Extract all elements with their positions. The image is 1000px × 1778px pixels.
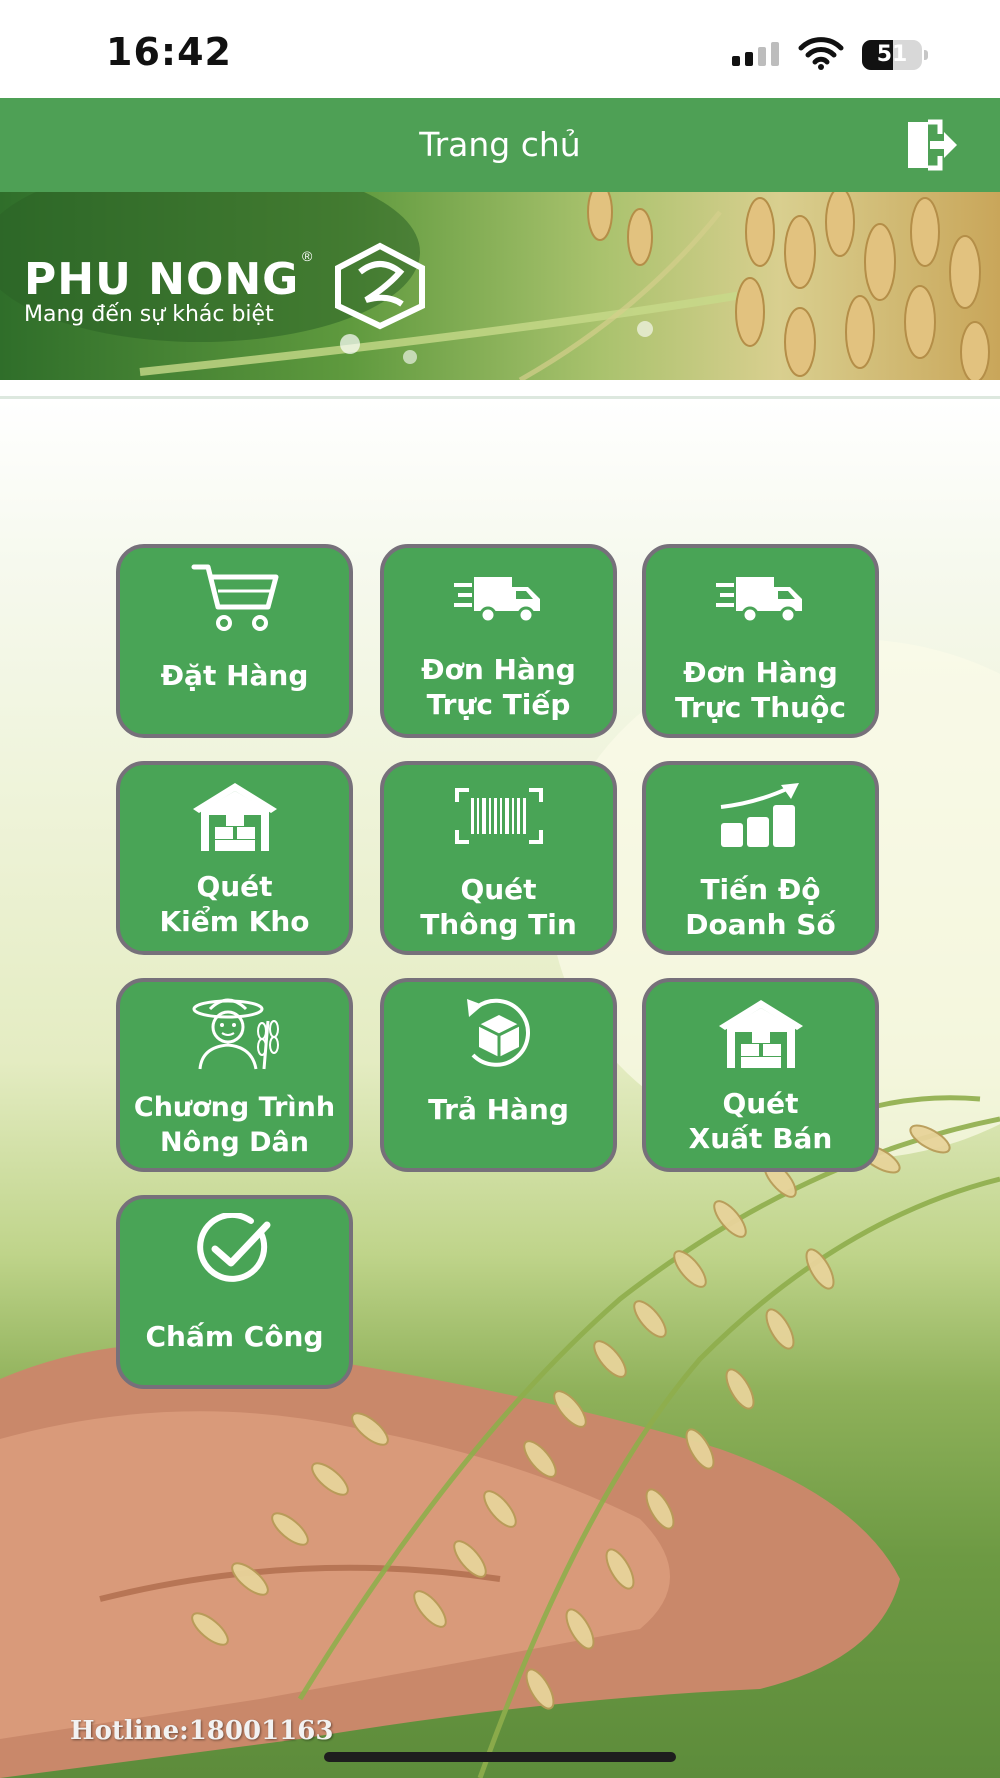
tile-label: Tiến Độ Doanh Số: [685, 873, 836, 941]
tile-label: Đơn Hàng Trực Thuộc: [675, 656, 846, 724]
tile-don-hang-truc-thuoc[interactable]: Đơn Hàng Trực Thuộc: [642, 544, 879, 738]
cart-icon: [120, 560, 349, 638]
brand-banner: PHU NONG ® Mang đến sự khác biệt: [0, 192, 1000, 380]
registered-mark: ®: [302, 248, 313, 264]
cellular-signal-icon: [732, 42, 779, 66]
delivery-truck-icon: [384, 560, 613, 638]
tile-label: Chương Trình Nông Dân: [133, 1092, 336, 1158]
tile-quet-thong-tin[interactable]: Quét Thông Tin: [380, 761, 617, 955]
app-header: Trang chủ: [0, 98, 1000, 192]
battery-body: 51: [862, 40, 922, 70]
wifi-icon: [798, 37, 844, 70]
brand-tagline: Mang đến sự khác biệt: [24, 302, 274, 327]
return-package-icon: [384, 994, 613, 1072]
tile-chuong-trinh-nong-dan[interactable]: Chương Trình Nông Dân: [116, 978, 353, 1172]
hotline-text: Hotline:18001163: [70, 1716, 334, 1746]
tile-cham-cong[interactable]: Chấm Công: [116, 1195, 353, 1389]
delivery-truck-icon: [646, 560, 875, 638]
status-bar: 16:42 51: [0, 0, 1000, 98]
barcode-scan-icon: [384, 777, 613, 855]
tile-dat-hang[interactable]: Đặt Hàng: [116, 544, 353, 738]
battery-level: 51: [876, 42, 908, 67]
tile-label: Chấm Công: [145, 1320, 324, 1353]
tile-label: Đặt Hàng: [160, 659, 309, 692]
tile-don-hang-truc-tiep[interactable]: Đơn Hàng Trực Tiếp: [380, 544, 617, 738]
tile-tien-do-doanh-so[interactable]: Tiến Độ Doanh Số: [642, 761, 879, 955]
battery-indicator: 51: [862, 40, 928, 70]
check-circle-icon: [120, 1211, 349, 1289]
logout-icon[interactable]: [900, 118, 960, 172]
sales-growth-chart-icon: [646, 777, 875, 855]
warehouse-icon: [646, 994, 875, 1072]
home-indicator[interactable]: [324, 1752, 676, 1762]
tile-label: Quét Xuất Bán: [688, 1087, 833, 1155]
tile-tra-hang[interactable]: Trả Hàng: [380, 978, 617, 1172]
tile-label: Quét Kiểm Kho: [159, 870, 310, 938]
tile-quet-kiem-kho[interactable]: Quét Kiểm Kho: [116, 761, 353, 955]
tile-label: Trả Hàng: [428, 1093, 569, 1126]
phu-nong-logo-icon: [335, 242, 425, 330]
tile-label: Đơn Hàng Trực Tiếp: [421, 653, 576, 721]
status-time: 16:42: [106, 30, 232, 74]
tile-label: Quét Thông Tin: [420, 873, 577, 941]
brand-name: PHU NONG: [24, 254, 300, 305]
page-title: Trang chủ: [419, 125, 581, 164]
farmer-icon: [120, 994, 349, 1072]
tile-quet-xuat-ban[interactable]: Quét Xuất Bán: [642, 978, 879, 1172]
battery-nub: [924, 50, 928, 60]
warehouse-icon: [120, 777, 349, 855]
